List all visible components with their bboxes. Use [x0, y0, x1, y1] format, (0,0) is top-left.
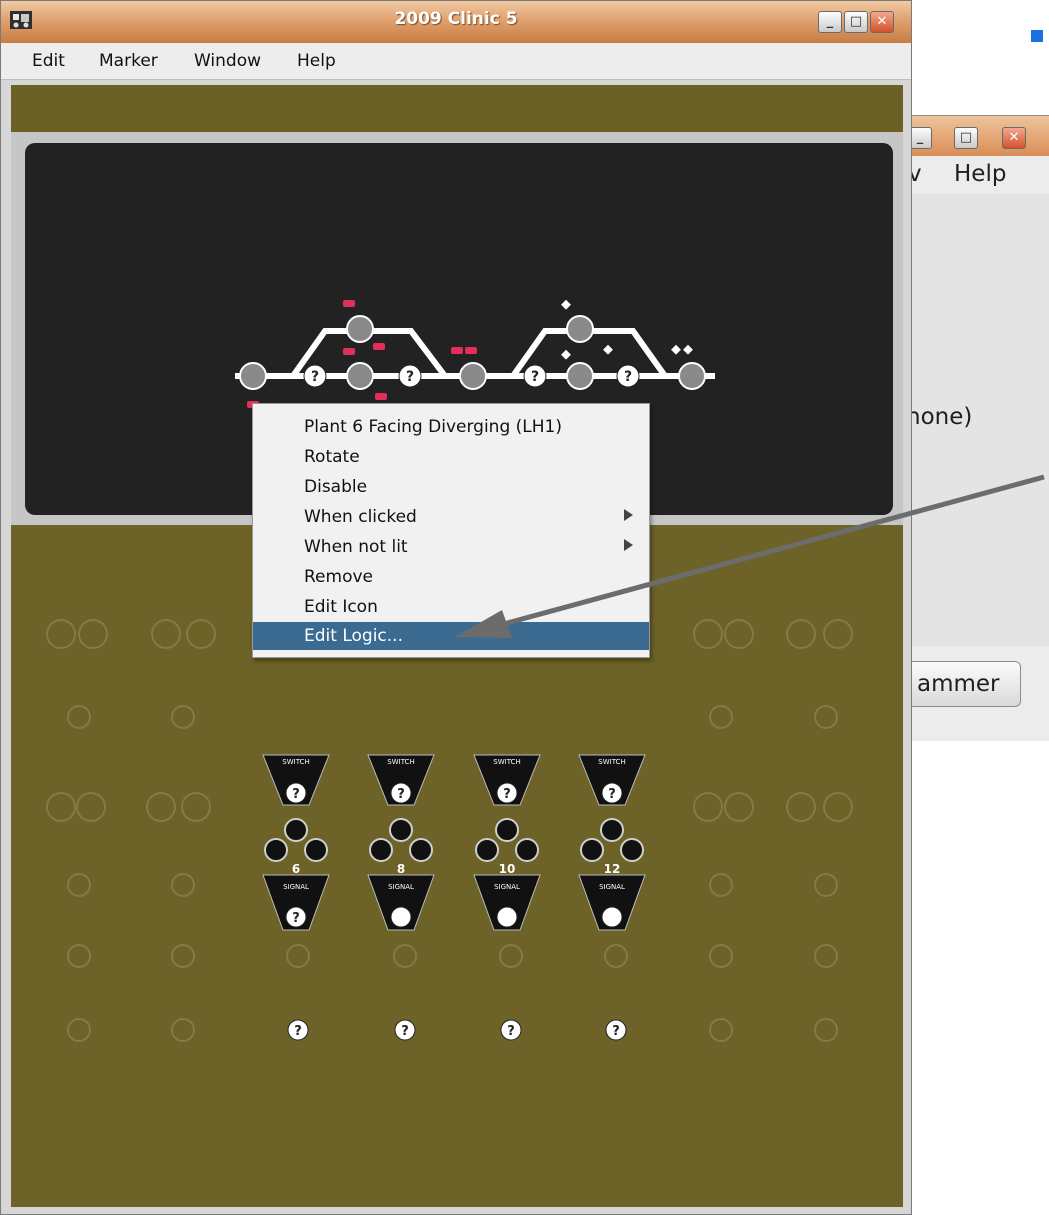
menu-item-label: Disable: [304, 477, 368, 497]
titlebar[interactable]: 2009 Clinic 5 _ □ ✕: [1, 1, 911, 44]
menu-edit[interactable]: Edit: [32, 51, 65, 71]
signal-label: SIGNAL: [388, 883, 414, 891]
menu-item-label: Rotate: [304, 447, 360, 467]
menu-item-label: Plant 6 Facing Diverging (LH1): [304, 417, 562, 437]
background-content: none): [906, 194, 1049, 716]
background-menubar: v Help: [906, 156, 1049, 195]
switch-label: SWITCH: [387, 758, 414, 766]
svg-text:?: ?: [624, 369, 632, 385]
menu-item-label: Remove: [304, 567, 373, 587]
menu-help[interactable]: Help: [297, 51, 336, 71]
menu-item-label: When not lit: [304, 537, 408, 557]
unknown-icon: ?: [292, 787, 300, 802]
close-icon[interactable]: ✕: [870, 11, 894, 33]
submenu-arrow-icon: [624, 539, 633, 551]
signal-number-8: 8: [397, 862, 405, 876]
background-bottom-bar: ammer: [886, 646, 1049, 741]
minimize-icon[interactable]: _: [818, 11, 842, 33]
menu-item-label: Edit Logic...: [304, 626, 403, 646]
signal-label: SIGNAL: [283, 883, 309, 891]
unknown-icon: ?: [612, 1024, 620, 1039]
menu-marker[interactable]: Marker: [99, 51, 158, 71]
unknown-icon: ?: [608, 787, 616, 802]
menu-item-edit-logic[interactable]: Edit Logic...: [253, 622, 649, 650]
menu-item-when-clicked[interactable]: When clicked: [253, 503, 649, 531]
maximize-icon[interactable]: □: [954, 127, 978, 149]
switch-label: SWITCH: [598, 758, 625, 766]
menu-item-when-not-lit[interactable]: When not lit: [253, 533, 649, 561]
switch-label: SWITCH: [282, 758, 309, 766]
menu-item-label: Edit Icon: [304, 597, 378, 617]
menubar: Edit Marker Window Help: [1, 43, 911, 80]
menu-item-plant[interactable]: Plant 6 Facing Diverging (LH1): [253, 413, 649, 441]
maximize-icon[interactable]: □: [844, 11, 868, 33]
background-titlebar[interactable]: _ □ ✕: [906, 116, 1049, 156]
close-icon[interactable]: ✕: [1002, 127, 1026, 149]
unknown-icon: ?: [294, 1024, 302, 1039]
menu-item-remove[interactable]: Remove: [253, 563, 649, 591]
menu-item-rotate[interactable]: Rotate: [253, 443, 649, 471]
unknown-icon: ?: [397, 787, 405, 802]
menu-help[interactable]: Help: [954, 161, 1006, 187]
unknown-icon: ?: [401, 1024, 409, 1039]
signal-label: SIGNAL: [599, 883, 625, 891]
unknown-icon: ?: [503, 787, 511, 802]
window-title: 2009 Clinic 5: [394, 9, 518, 29]
menu-item-edit-icon[interactable]: Edit Icon: [253, 593, 649, 621]
svg-text:?: ?: [311, 369, 319, 385]
signal-number-6: 6: [292, 862, 300, 876]
background-window[interactable]: _ □ ✕ v Help none) ammer: [886, 115, 1049, 741]
menu-item-disable[interactable]: Disable: [253, 473, 649, 501]
submenu-arrow-icon: [624, 509, 633, 521]
panel-top-strip: [11, 85, 903, 132]
blue-marker: [1031, 30, 1043, 42]
svg-text:?: ?: [406, 369, 414, 385]
svg-text:?: ?: [531, 369, 539, 385]
unknown-icon: ?: [292, 911, 300, 926]
background-text: none): [906, 404, 973, 430]
unknown-icon: ?: [507, 1024, 515, 1039]
context-menu: Plant 6 Facing Diverging (LH1) Rotate Di…: [252, 403, 650, 658]
menu-item-label: When clicked: [304, 507, 417, 527]
signal-number-10: 10: [499, 862, 516, 876]
signal-number-12: 12: [604, 862, 621, 876]
switch-label: SWITCH: [493, 758, 520, 766]
signal-label: SIGNAL: [494, 883, 520, 891]
menu-window[interactable]: Window: [194, 51, 261, 71]
